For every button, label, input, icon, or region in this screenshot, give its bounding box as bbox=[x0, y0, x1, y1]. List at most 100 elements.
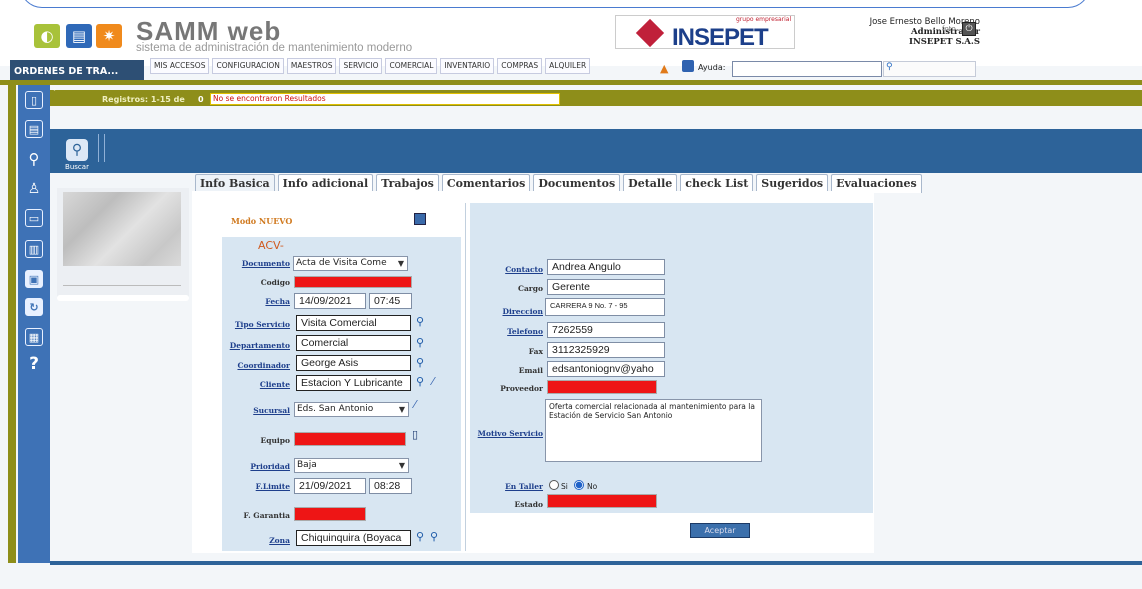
search-side-icon[interactable]: ⚲ bbox=[25, 150, 43, 168]
menu-maestros[interactable]: MAESTROS bbox=[286, 58, 337, 74]
edit-document-icon[interactable]: ▤ bbox=[25, 120, 43, 138]
prioridad-label[interactable]: Prioridad bbox=[200, 462, 290, 471]
en-taller-no-radio[interactable] bbox=[574, 480, 584, 490]
help-search-input[interactable] bbox=[732, 61, 882, 77]
sucursal-edit-icon[interactable]: ⁄ bbox=[414, 398, 416, 411]
zona-input[interactable]: Chiquinquira (Boyaca bbox=[296, 530, 411, 546]
cliente-label[interactable]: Cliente bbox=[200, 380, 290, 389]
email-input[interactable]: edsantoniognv@yaho bbox=[547, 361, 665, 377]
clean-icon[interactable]: ♙ bbox=[25, 180, 43, 198]
tipo-servicio-label[interactable]: Tipo Servicio bbox=[200, 320, 290, 329]
zona-search-icon[interactable]: ⚲ bbox=[416, 530, 424, 543]
departamento-input[interactable]: Comercial bbox=[296, 335, 411, 351]
frame-top-bar bbox=[0, 80, 1142, 85]
contacto-input[interactable]: Andrea Angulo bbox=[547, 259, 665, 275]
delete-icon[interactable]: ▥ bbox=[25, 240, 43, 258]
main-menu: MIS ACCESOS CONFIGURACION MAESTROS SERVI… bbox=[150, 58, 591, 74]
tipo-servicio-input[interactable]: Visita Comercial bbox=[296, 315, 411, 331]
menu-alquiler[interactable]: ALQUILER bbox=[545, 58, 591, 74]
documento-select[interactable]: Acta de Visita Come ▼ bbox=[293, 256, 408, 271]
codigo-field-redacted[interactable] bbox=[294, 276, 412, 288]
menu-configuracion[interactable]: CONFIGURACION bbox=[212, 58, 284, 74]
flimite-label[interactable]: F.Limite bbox=[200, 482, 290, 491]
client-logo: grupo empresarial INSEPET bbox=[615, 15, 795, 51]
bottom-bar bbox=[50, 561, 1142, 565]
coordinador-search-icon[interactable]: ⚲ bbox=[416, 356, 424, 369]
si-label: Si bbox=[561, 482, 568, 491]
cargo-input[interactable]: Gerente bbox=[547, 279, 665, 295]
magnifier-icon: ⚲ bbox=[66, 139, 88, 161]
cliente-input[interactable]: Estacion Y Lubricante bbox=[296, 375, 411, 391]
search-icon: ⚲ bbox=[886, 62, 893, 72]
flimite-date-input[interactable]: 21/09/2021 bbox=[294, 478, 366, 494]
search-button[interactable]: ⚲ Buscar bbox=[59, 133, 95, 171]
en-taller-label[interactable]: En Taller bbox=[453, 482, 543, 491]
zona-label[interactable]: Zona bbox=[200, 536, 290, 545]
departamento-search-icon[interactable]: ⚲ bbox=[416, 336, 424, 349]
prioridad-select[interactable]: Baja ▼ bbox=[294, 458, 409, 473]
codigo-label: Codigo bbox=[260, 278, 290, 287]
calendar-icon[interactable] bbox=[682, 60, 694, 72]
fecha-label[interactable]: Fecha bbox=[200, 297, 290, 306]
menu-servicio[interactable]: SERVICIO bbox=[339, 58, 383, 74]
contacto-label[interactable]: Contacto bbox=[453, 265, 543, 274]
print-icon[interactable]: ▣ bbox=[25, 270, 43, 288]
menu-inventario[interactable]: INVENTARIO bbox=[440, 58, 495, 74]
form-mode-icon bbox=[414, 213, 426, 225]
cliente-edit-icon[interactable]: ⁄ bbox=[432, 375, 434, 388]
photo-divider bbox=[63, 285, 181, 286]
documento-label[interactable]: Documento bbox=[200, 259, 290, 268]
module-tab[interactable]: ORDENES DE TRA... bbox=[10, 60, 144, 82]
sucursal-label[interactable]: Sucursal bbox=[200, 406, 290, 415]
telefono-label[interactable]: Telefono bbox=[453, 327, 543, 336]
logout-icon[interactable]: ⏻ bbox=[962, 22, 976, 36]
toolbar bbox=[50, 129, 1142, 173]
zona-zoom-icon[interactable]: ⚲ bbox=[430, 530, 438, 543]
help-icon[interactable]: ? bbox=[25, 354, 43, 374]
export-icon[interactable]: ↻ bbox=[25, 298, 43, 316]
fax-input[interactable]: 3112325929 bbox=[547, 342, 665, 358]
motivo-textarea[interactable]: Oferta comercial relacionada al mantenim… bbox=[545, 399, 762, 462]
tipo-servicio-search-icon[interactable]: ⚲ bbox=[416, 315, 424, 328]
chevron-down-icon: ▼ bbox=[398, 461, 405, 470]
records-count: 0 bbox=[198, 95, 204, 104]
menu-compras[interactable]: COMPRAS bbox=[497, 58, 543, 74]
prioridad-value: Baja bbox=[297, 460, 317, 470]
direccion-textarea[interactable]: CARRERA 9 No. 7 - 95 bbox=[545, 298, 665, 316]
estado-field-redacted[interactable] bbox=[547, 494, 657, 508]
toolbar-divider bbox=[104, 134, 105, 162]
sidebar-edge bbox=[8, 85, 16, 563]
direccion-label[interactable]: Direccion bbox=[453, 307, 543, 316]
bell-icon[interactable]: ▲ bbox=[660, 62, 668, 75]
client-logo-tag: grupo empresarial bbox=[736, 16, 792, 23]
fecha-time-input[interactable]: 07:45 bbox=[369, 293, 412, 309]
flimite-time-input[interactable]: 08:28 bbox=[369, 478, 412, 494]
documento-value: Acta de Visita Come bbox=[296, 258, 387, 268]
records-label: Registros: 1-15 de bbox=[102, 95, 185, 104]
menu-comercial[interactable]: COMERCIAL bbox=[385, 58, 438, 74]
aceptar-button[interactable]: Aceptar bbox=[690, 523, 750, 538]
user-company: INSEPET S.A.S bbox=[908, 37, 980, 47]
cliente-search-icon[interactable]: ⚲ bbox=[416, 375, 424, 388]
sucursal-select[interactable]: Eds. San Antonio ▼ bbox=[294, 402, 409, 417]
sucursal-value: Eds. San Antonio bbox=[297, 404, 374, 414]
save-icon[interactable]: ▭ bbox=[25, 209, 43, 227]
document-logo-icon: ▤ bbox=[66, 24, 92, 48]
calendar-side-icon[interactable]: ▦ bbox=[25, 328, 43, 346]
equipo-document-icon[interactable]: ▯ bbox=[412, 428, 418, 441]
new-document-icon[interactable]: ▯ bbox=[25, 91, 43, 109]
help-search-button[interactable]: ⚲ bbox=[883, 61, 976, 77]
client-logo-text: INSEPET bbox=[672, 24, 769, 51]
motivo-label[interactable]: Motivo Servicio bbox=[453, 429, 543, 438]
proveedor-field-redacted[interactable] bbox=[547, 380, 657, 394]
telefono-input[interactable]: 7262559 bbox=[547, 322, 665, 338]
fgarantia-field-redacted[interactable] bbox=[294, 507, 366, 521]
fecha-date-input[interactable]: 14/09/2021 bbox=[294, 293, 366, 309]
fax-label: Fax bbox=[528, 347, 543, 356]
equipo-field-redacted[interactable] bbox=[294, 432, 406, 446]
coordinador-input[interactable]: George Asis bbox=[296, 355, 411, 371]
menu-mis-accesos[interactable]: MIS ACCESOS bbox=[150, 58, 210, 74]
en-taller-si-radio[interactable] bbox=[549, 480, 559, 490]
coordinador-label[interactable]: Coordinador bbox=[200, 361, 290, 370]
departamento-label[interactable]: Departamento bbox=[200, 341, 290, 350]
